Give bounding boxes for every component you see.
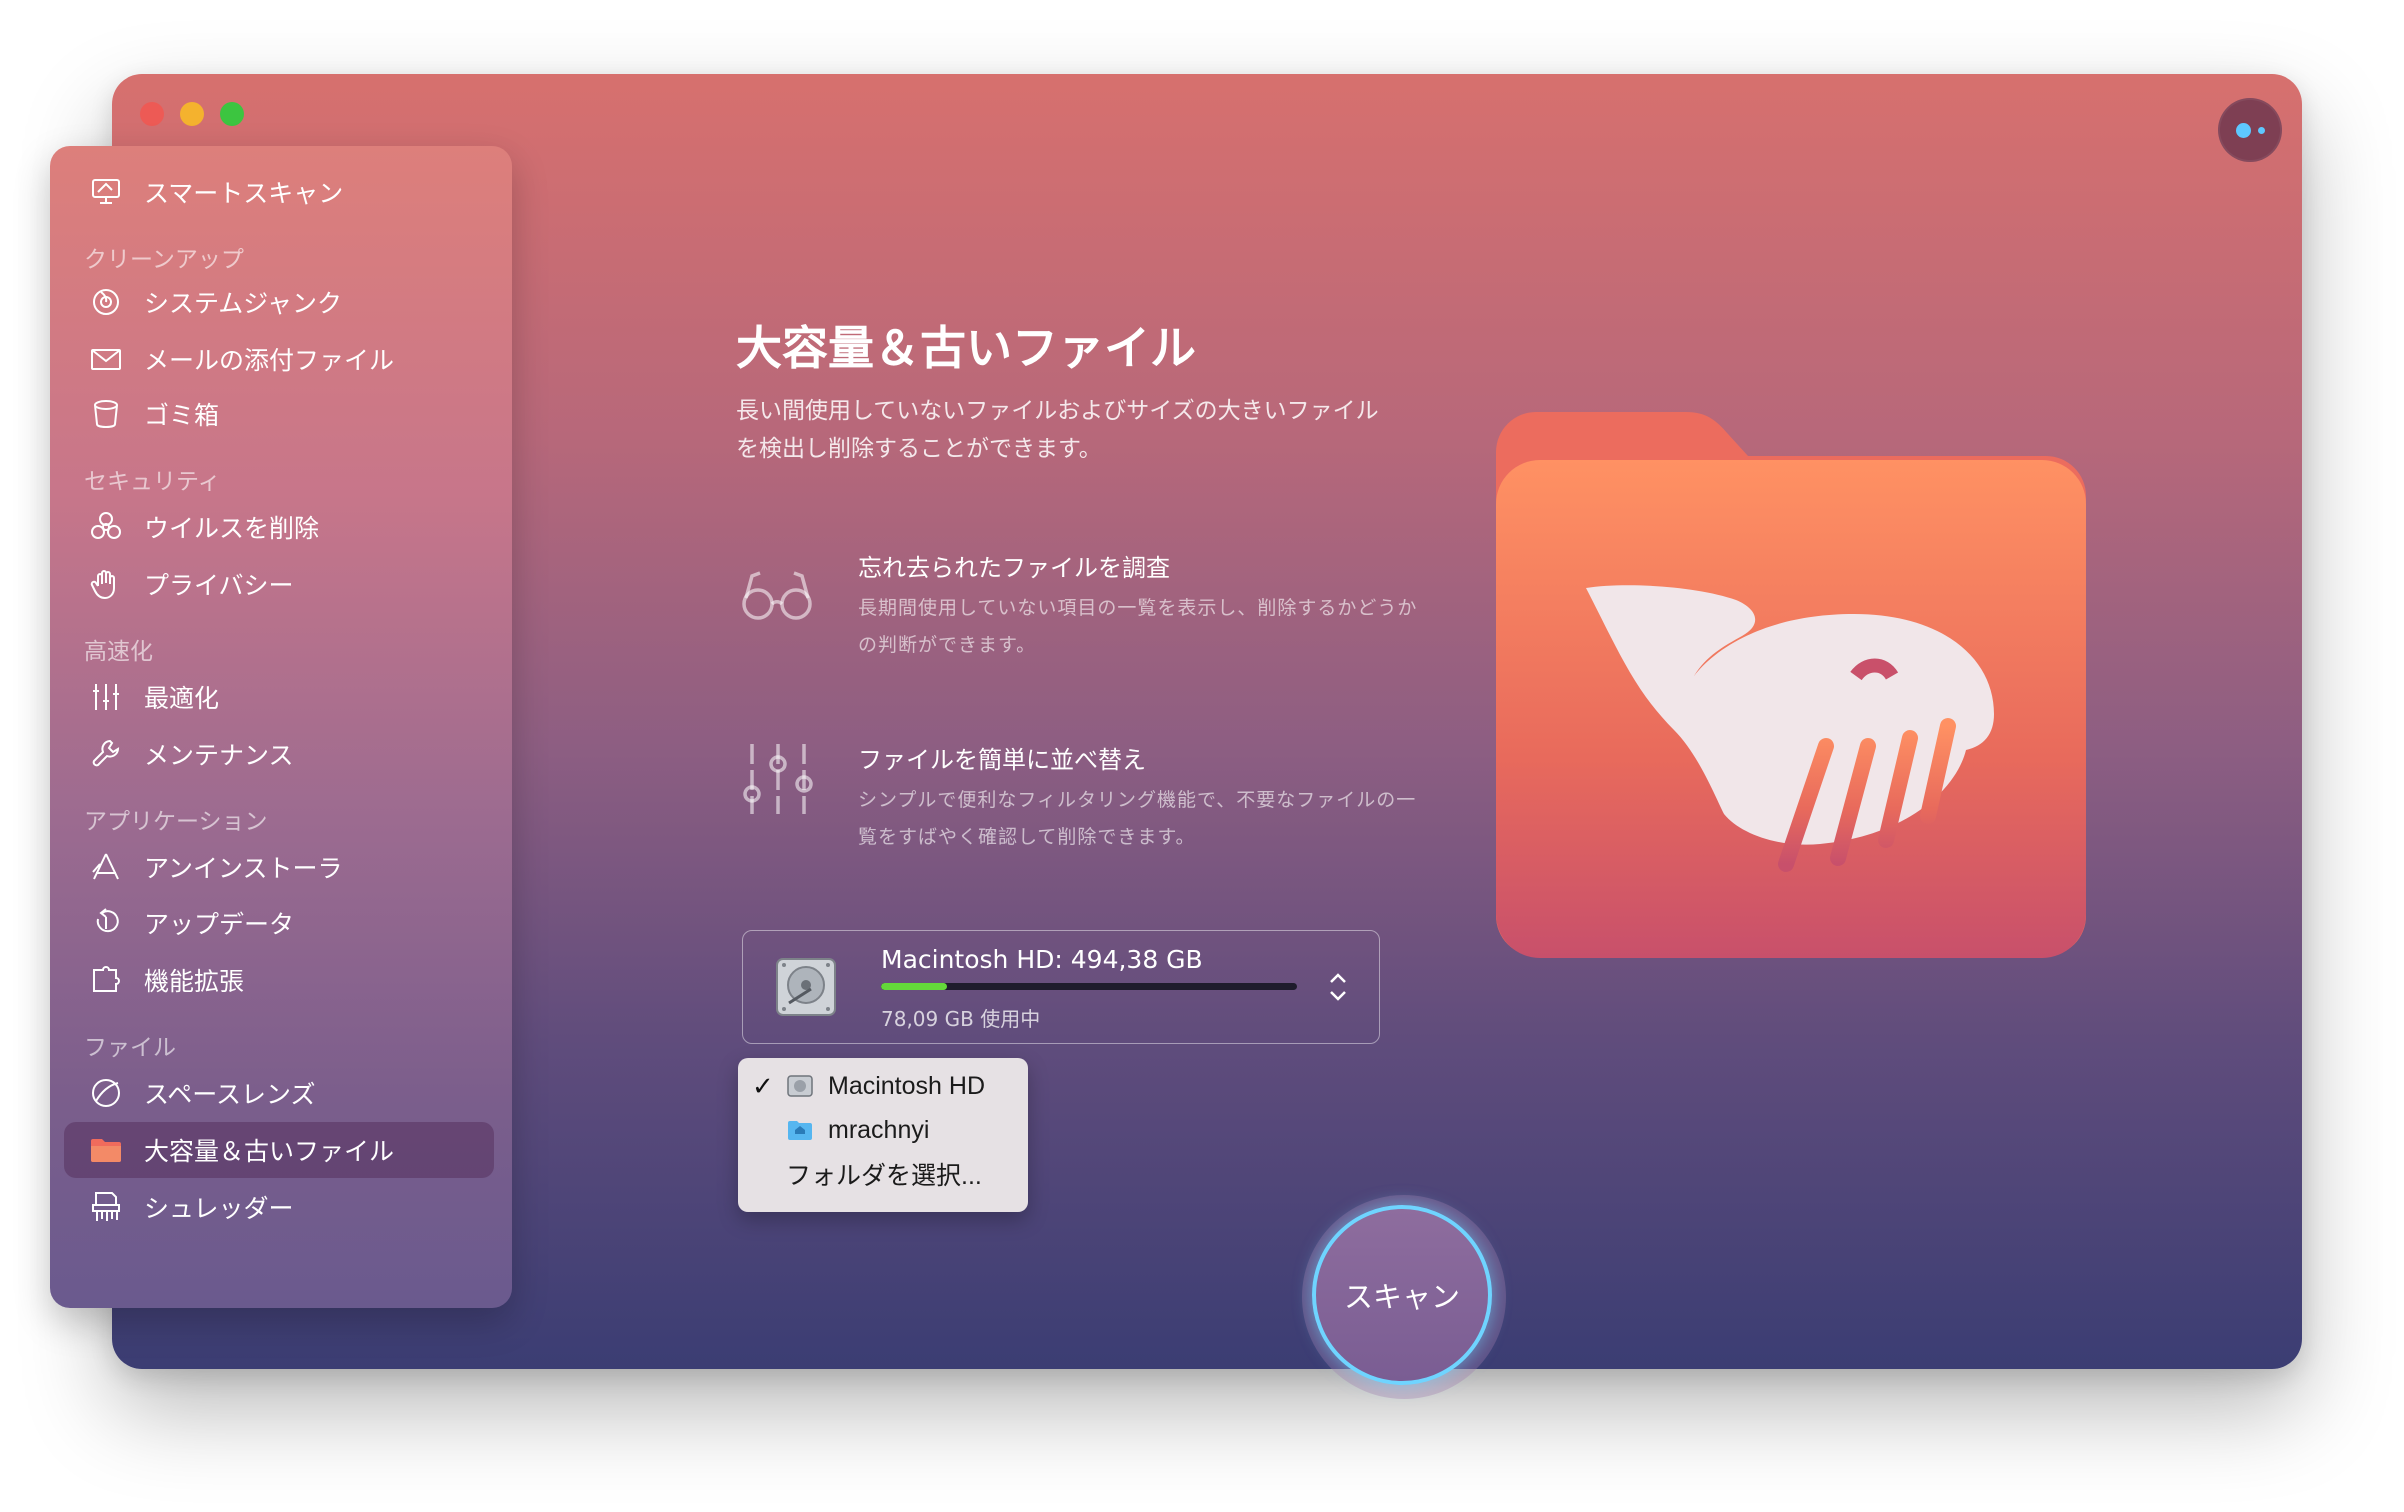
assistant-dot-small-icon <box>2258 127 2265 134</box>
sidebar-item-label: 大容量＆古いファイル <box>144 1137 395 1166</box>
sidebar-item-space-lens[interactable]: スペースレンズ <box>64 1065 494 1121</box>
sidebar-item-label: メールの添付ファイル <box>144 346 395 375</box>
sidebar-item-label: プライバシー <box>144 571 294 600</box>
hard-drive-icon <box>773 953 839 1021</box>
dropdown-item-label: Macintosh HD <box>828 1071 985 1100</box>
scan-button[interactable]: スキャン <box>1312 1205 1492 1385</box>
biohazard-icon <box>86 507 126 547</box>
sidebar-item-label: スペースレンズ <box>144 1080 316 1109</box>
sidebar-item-label: システムジャンク <box>144 289 343 318</box>
sidebar-item-label: ウイルスを削除 <box>144 514 320 543</box>
mail-icon <box>86 339 126 379</box>
sidebar-item-uninstaller[interactable]: アンインストーラ <box>64 839 494 895</box>
sidebar-item-label: 最適化 <box>144 684 220 713</box>
trash-icon <box>86 394 126 434</box>
sliders-icon <box>734 738 824 828</box>
disk-usage-bar <box>881 983 1297 990</box>
minimize-window-button[interactable] <box>180 102 204 126</box>
feature-title: 忘れ去られたファイルを調査 <box>858 554 1170 582</box>
monitor-scan-icon <box>86 172 126 212</box>
dropdown-item-macintosh-hd[interactable]: ✓ Macintosh HD <box>738 1064 1028 1108</box>
sidebar-item-label: 機能拡張 <box>144 967 245 996</box>
sidebar-section-files: ファイル <box>84 1035 176 1061</box>
dropdown-item-home-folder[interactable]: mrachnyi <box>738 1108 1028 1152</box>
whale-folder-icon <box>1496 412 2086 958</box>
dropdown-item-choose-folder[interactable]: フォルダを選択... <box>738 1152 1028 1196</box>
sidebar-item-maintenance[interactable]: メンテナンス <box>64 726 494 782</box>
page-title: 大容量＆古いファイル <box>736 321 1196 375</box>
glasses-icon <box>734 548 824 638</box>
sidebar-item-label: アップデータ <box>144 910 295 939</box>
sidebar-item-large-old-files[interactable]: 大容量＆古いファイル <box>64 1122 494 1178</box>
sidebar-section-security: セキュリティ <box>84 469 221 495</box>
app-store-icon <box>86 847 126 887</box>
assistant-dot-icon <box>2236 123 2251 138</box>
sidebar-section-speed: 高速化 <box>84 639 153 665</box>
home-folder-icon <box>786 1118 814 1142</box>
wrench-icon <box>86 734 126 774</box>
close-window-button[interactable] <box>140 102 164 126</box>
checkmark-icon: ✓ <box>752 1070 774 1101</box>
disk-dropdown-menu: ✓ Macintosh HD mrachnyi フォルダを選択... <box>738 1058 1028 1212</box>
update-arrow-icon <box>86 903 126 943</box>
dropdown-item-label: フォルダを選択... <box>786 1162 982 1190</box>
hard-drive-small-icon <box>786 1074 814 1098</box>
sidebar-item-trash[interactable]: ゴミ箱 <box>64 386 494 442</box>
sidebar-item-updater[interactable]: アップデータ <box>64 895 494 951</box>
sidebar-item-label: ゴミ箱 <box>144 401 220 430</box>
puzzle-icon <box>86 960 126 1000</box>
sidebar-item-shredder[interactable]: シュレッダー <box>64 1179 494 1235</box>
system-junk-icon <box>86 282 126 322</box>
shredder-icon <box>86 1187 126 1227</box>
disk-usage-fill <box>881 983 947 990</box>
optimization-sliders-icon <box>86 677 126 717</box>
hand-icon <box>86 564 126 604</box>
sidebar-item-system-junk[interactable]: システムジャンク <box>64 274 494 330</box>
disk-selector[interactable]: Macintosh HD: 494,38 GB 78,09 GB 使用中 <box>742 930 1380 1044</box>
sidebar-item-label: スマートスキャン <box>144 179 344 208</box>
sidebar-item-label: シュレッダー <box>144 1194 294 1223</box>
sidebar-item-label: メンテナンス <box>144 741 294 770</box>
sidebar-item-smart-scan[interactable]: スマートスキャン <box>64 164 494 220</box>
sidebar-section-applications: アプリケーション <box>84 809 268 835</box>
assistant-button[interactable] <box>2218 98 2282 162</box>
sidebar-item-mail-attachments[interactable]: メールの添付ファイル <box>64 331 494 387</box>
sidebar-item-extensions[interactable]: 機能拡張 <box>64 952 494 1008</box>
feature-text: シンプルで便利なフィルタリング機能で、不要なファイルの一覧をすばやく確認して削除… <box>858 789 1417 848</box>
sidebar-item-malware-removal[interactable]: ウイルスを削除 <box>64 499 494 555</box>
feature-title: ファイルを簡単に並べ替え <box>858 746 1146 774</box>
chevron-up-down-icon[interactable] <box>1327 969 1349 1005</box>
page-description: 長い間使用していないファイルおよびサイズの大きいファイルを検出し削除することがで… <box>736 398 1379 462</box>
sidebar-item-privacy[interactable]: プライバシー <box>64 556 494 612</box>
sidebar-item-optimization[interactable]: 最適化 <box>64 669 494 725</box>
disk-name: Macintosh HD: 494,38 GB <box>881 945 1203 974</box>
sidebar-item-label: アンインストーラ <box>144 854 343 883</box>
disk-used-text: 78,09 GB 使用中 <box>881 1007 1041 1031</box>
sidebar: スマートスキャン クリーンアップ システムジャンク メールの添付ファイル ゴミ箱… <box>50 146 512 1308</box>
feature-text: 長期間使用していない項目の一覧を表示し、削除するかどうかの判断ができます。 <box>858 597 1418 656</box>
zoom-window-button[interactable] <box>220 102 244 126</box>
space-lens-icon <box>86 1073 126 1113</box>
sidebar-section-cleanup: クリーンアップ <box>84 247 244 273</box>
dropdown-item-label: mrachnyi <box>828 1115 930 1144</box>
folder-icon <box>86 1130 126 1170</box>
